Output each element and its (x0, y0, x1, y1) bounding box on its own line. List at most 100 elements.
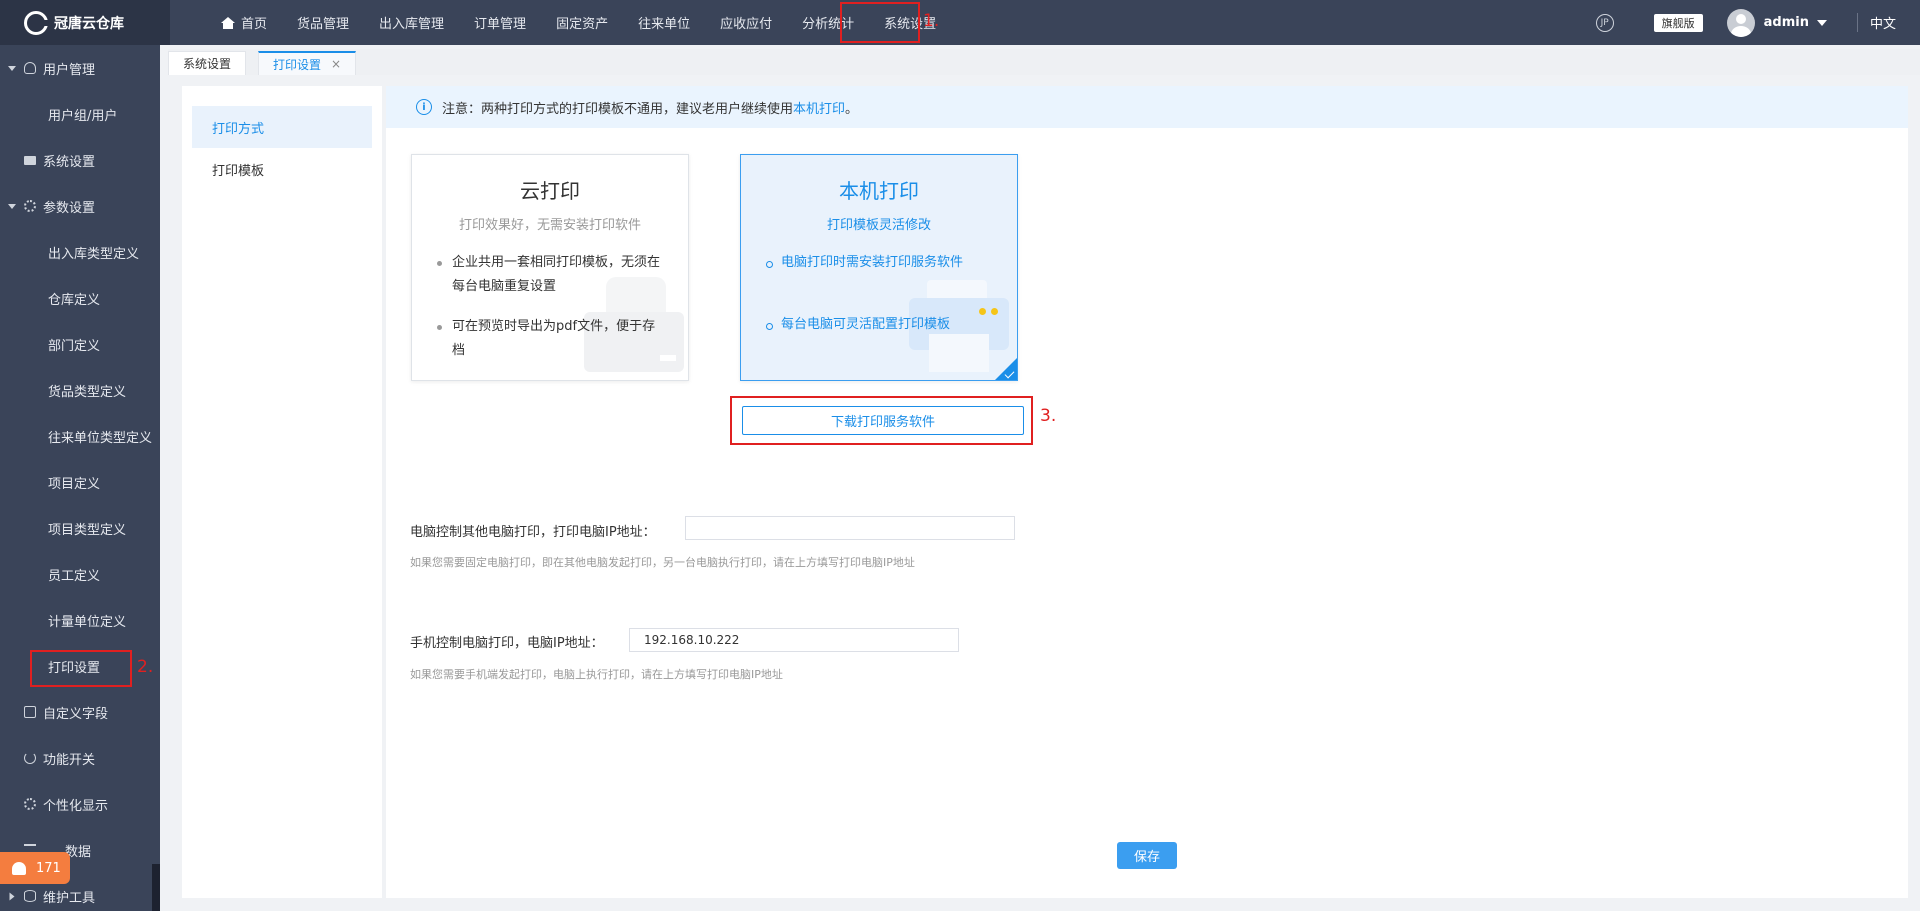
sidebar-item-label: 货品类型定义 (48, 384, 127, 400)
sidebar-item-project-types[interactable]: 项目类型定义 (0, 505, 160, 551)
nav-finance[interactable]: 应收应付 (705, 0, 787, 45)
sidebar: 用户管理 用户组/用户 系统设置 参数设置 出入库类型定义 仓库定义 部门定义 … (0, 45, 160, 911)
nav-orders[interactable]: 订单管理 (459, 0, 541, 45)
card-subtitle: 打印效果好，无需安装打印软件 (458, 218, 641, 233)
nav-goods[interactable]: 货品管理 (282, 0, 364, 45)
sidebar-item-label: 计量单位定义 (48, 614, 127, 630)
sidebar-item-custom-fields[interactable]: 自定义字段 (0, 689, 160, 735)
step-label-1: 1. (923, 11, 940, 31)
sidebar-item-partner-types[interactable]: 往来单位类型定义 (0, 413, 160, 459)
sidebar-item-label: 仓库定义 (48, 292, 101, 308)
nav-label: 往来单位 (638, 17, 691, 32)
sidebar-item-label: 参数设置 (43, 200, 96, 216)
highlight-box-sidebar (30, 650, 132, 687)
language-switch[interactable]: 中文 (1856, 13, 1896, 32)
highlight-box-download (730, 396, 1033, 445)
caret-down-icon (8, 65, 16, 71)
mobile-ip-hint: 如果您需要手机端发起打印，电脑上执行打印，请在上方填写打印电脑IP地址 (410, 668, 783, 681)
list-item: 电脑打印时需安装打印服务软件 (765, 251, 993, 275)
nav-label: 出入库管理 (379, 17, 445, 32)
save-button[interactable]: 保存 (1117, 842, 1177, 869)
sidebar-group-parameters[interactable]: 参数设置 (0, 183, 160, 229)
brand[interactable]: 冠唐云仓库 (0, 0, 170, 45)
local-print-card[interactable]: 本机打印 打印模板灵活修改 电脑打印时需安装打印服务软件 每台电脑可灵活配置打印… (740, 154, 1018, 381)
top-bar: 冠唐云仓库 首页 货品管理 出入库管理 订单管理 固定资产 往来单位 应收应付 … (0, 0, 1920, 45)
notice-text: 注意：两种打印方式的打印模板不通用，建议老用户继续使用 (442, 101, 794, 117)
nav-partners[interactable]: 往来单位 (623, 0, 705, 45)
brand-name: 冠唐云仓库 (54, 15, 124, 32)
sidebar-item-label: 维护工具 (43, 890, 96, 906)
notice-link[interactable]: 本机打印 (793, 98, 845, 117)
list-item: 每台电脑可灵活配置打印模板 (765, 313, 993, 337)
nav-inout[interactable]: 出入库管理 (364, 0, 459, 45)
card-subtitle: 打印模板灵活修改 (826, 218, 931, 233)
pc-ip-input[interactable] (685, 516, 1015, 540)
sidebar-item-label: 个性化显示 (43, 798, 109, 814)
bell-icon (12, 861, 26, 875)
sidebar-item-inout-types[interactable]: 出入库类型定义 (0, 229, 160, 275)
database-icon (24, 890, 36, 902)
nav-label: 应收应付 (720, 17, 773, 32)
sidebar-item-goods-types[interactable]: 货品类型定义 (0, 367, 160, 413)
gear-icon (24, 798, 36, 810)
mobile-ip-input[interactable] (629, 628, 959, 652)
nav-home[interactable]: 首页 (206, 0, 282, 45)
sidebar-item-label: 自定义字段 (43, 706, 109, 722)
card-title: 本机打印 (839, 179, 919, 203)
sidebar-item-label: 功能开关 (43, 752, 96, 768)
top-right-tools: JP 旗舰版 admin 中文 (1595, 0, 1920, 45)
menu-item-label: 打印方式 (212, 121, 265, 137)
jp-help-icon[interactable]: JP (1595, 13, 1614, 32)
sidebar-item-label: 出入库类型定义 (48, 246, 140, 262)
sidebar-item-personalization[interactable]: 个性化显示 (0, 781, 160, 827)
menu-item-print-method[interactable]: 打印方式 (192, 106, 372, 148)
sidebar-item-label: 往来单位类型定义 (48, 430, 153, 446)
sidebar-item-units[interactable]: 计量单位定义 (0, 597, 160, 643)
nav-label: 订单管理 (474, 17, 527, 32)
card-title: 云打印 (520, 179, 580, 203)
menu-item-print-template[interactable]: 打印模板 (192, 148, 372, 190)
brand-logo-icon (24, 10, 48, 35)
pc-ip-label: 电脑控制其他电脑打印，打印电脑IP地址： (410, 525, 656, 540)
nav-label: 首页 (241, 17, 268, 32)
edition-badge[interactable]: 旗舰版 (1653, 13, 1703, 32)
sidebar-item-label: 部门定义 (48, 338, 101, 354)
sidebar-scrollbar[interactable] (152, 864, 160, 911)
notice-bar: i 注意：两种打印方式的打印模板不通用，建议老用户继续使用 本机打印。 (386, 86, 1908, 128)
monitor-icon (24, 155, 36, 165)
sidebar-item-label: 用户组/用户 (48, 108, 118, 124)
sidebar-group-user-management[interactable]: 用户管理 (0, 45, 160, 91)
close-icon[interactable]: × (331, 57, 341, 71)
caret-right-icon (9, 892, 15, 900)
sidebar-item-system-settings[interactable]: 系统设置 (0, 137, 160, 183)
card-feature-list: 企业共用一套相同打印模板，无须在每台电脑重复设置 可在预览时导出为pdf文件，便… (436, 251, 664, 363)
user-name[interactable]: admin (1764, 15, 1809, 30)
sidebar-item-label: 系统设置 (43, 154, 96, 170)
notice-end: 。 (845, 101, 859, 117)
sidebar-item-employees[interactable]: 员工定义 (0, 551, 160, 597)
sidebar-item-user-groups[interactable]: 用户组/用户 (0, 91, 160, 137)
tab-print-settings[interactable]: 打印设置 × (258, 51, 357, 75)
tab-system-settings[interactable]: 系统设置 (168, 51, 247, 75)
notification-badge[interactable]: 171 (0, 852, 70, 884)
avatar[interactable] (1726, 8, 1755, 37)
step-label-2: 2. (137, 657, 154, 677)
nav-label: 货品管理 (297, 17, 350, 32)
gear-icon (24, 200, 36, 212)
mobile-ip-label: 手机控制电脑打印，电脑IP地址： (410, 636, 604, 651)
home-icon (221, 16, 235, 29)
info-icon: i (416, 99, 432, 115)
sidebar-item-departments[interactable]: 部门定义 (0, 321, 160, 367)
sidebar-item-warehouses[interactable]: 仓库定义 (0, 275, 160, 321)
menu-item-label: 打印模板 (212, 163, 265, 179)
badge-count: 171 (36, 860, 61, 876)
tab-label: 打印设置 (273, 57, 322, 72)
power-icon (24, 752, 36, 764)
sidebar-item-projects[interactable]: 项目定义 (0, 459, 160, 505)
chevron-down-icon[interactable] (1816, 19, 1827, 26)
nav-assets[interactable]: 固定资产 (541, 0, 623, 45)
sidebar-item-feature-switches[interactable]: 功能开关 (0, 735, 160, 781)
cloud-print-card[interactable]: 云打印 打印效果好，无需安装打印软件 企业共用一套相同打印模板，无须在每台电脑重… (411, 154, 689, 381)
pc-ip-hint: 如果您需要固定电脑打印，即在其他电脑发起打印，另一台电脑执行打印，请在上方填写打… (410, 556, 915, 569)
sidebar-item-label: 用户管理 (43, 62, 96, 78)
